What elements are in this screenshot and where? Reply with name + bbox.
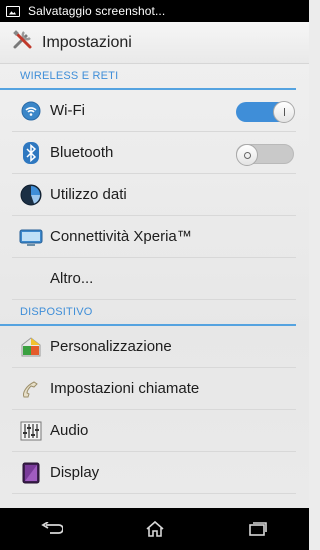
settings-list[interactable]: WIRELESS E RETI Wi-Fi Bluetooth Utilizzo… <box>0 64 309 508</box>
bluetooth-toggle[interactable] <box>236 144 294 166</box>
action-bar: Impostazioni <box>0 22 309 64</box>
setting-label: Impostazioni chiamate <box>50 380 200 397</box>
display-icon <box>18 460 44 486</box>
setting-label: Audio <box>50 422 89 439</box>
bluetooth-icon <box>18 140 44 166</box>
toggle-knob <box>236 144 258 166</box>
setting-label: Altro... <box>50 270 94 287</box>
setting-label: Bluetooth <box>50 144 114 161</box>
toggle-knob <box>273 101 295 123</box>
setting-item-xperia-connectivity[interactable]: Connettività Xperia™ <box>12 216 296 258</box>
status-bar: Salvataggio screenshot... <box>0 0 309 22</box>
section-header-device: DISPOSITIVO <box>0 300 296 326</box>
setting-label: Utilizzo dati <box>50 186 127 203</box>
back-icon <box>40 522 63 534</box>
setting-item-data-usage[interactable]: Utilizzo dati <box>12 174 296 216</box>
page-title: Impostazioni <box>42 33 132 51</box>
tools-icon[interactable] <box>12 29 34 56</box>
back-button[interactable] <box>32 514 72 544</box>
wifi-icon <box>18 98 44 124</box>
xperia-connectivity-icon <box>18 224 44 250</box>
audio-equalizer-icon <box>18 418 44 444</box>
navigation-bar <box>0 508 309 550</box>
recent-apps-button[interactable] <box>238 514 278 544</box>
data-usage-icon <box>18 182 44 208</box>
home-icon <box>145 520 164 537</box>
setting-item-personalization[interactable]: Personalizzazione <box>12 326 296 368</box>
recent-apps-icon <box>248 522 267 536</box>
setting-label: Wi-Fi <box>50 102 85 119</box>
status-notification-text: Salvataggio screenshot... <box>28 4 166 18</box>
setting-label: Personalizzazione <box>50 338 172 355</box>
setting-label: Display <box>50 464 100 481</box>
home-button[interactable] <box>135 514 175 544</box>
section-header-wireless: WIRELESS E RETI <box>0 64 296 90</box>
wifi-toggle[interactable] <box>236 101 295 123</box>
setting-item-bluetooth[interactable]: Bluetooth <box>12 132 296 174</box>
setting-label: Connettività Xperia™ <box>50 228 192 245</box>
setting-item-call-settings[interactable]: Impostazioni chiamate <box>12 368 296 410</box>
setting-item-wifi[interactable]: Wi-Fi <box>12 90 296 132</box>
personalization-icon <box>18 334 44 360</box>
setting-item-audio[interactable]: Audio <box>12 410 296 452</box>
setting-item-more[interactable]: Altro... <box>12 258 296 300</box>
screenshot-icon <box>6 5 20 17</box>
setting-item-display[interactable]: Display <box>12 452 296 494</box>
phone-icon <box>18 376 44 402</box>
